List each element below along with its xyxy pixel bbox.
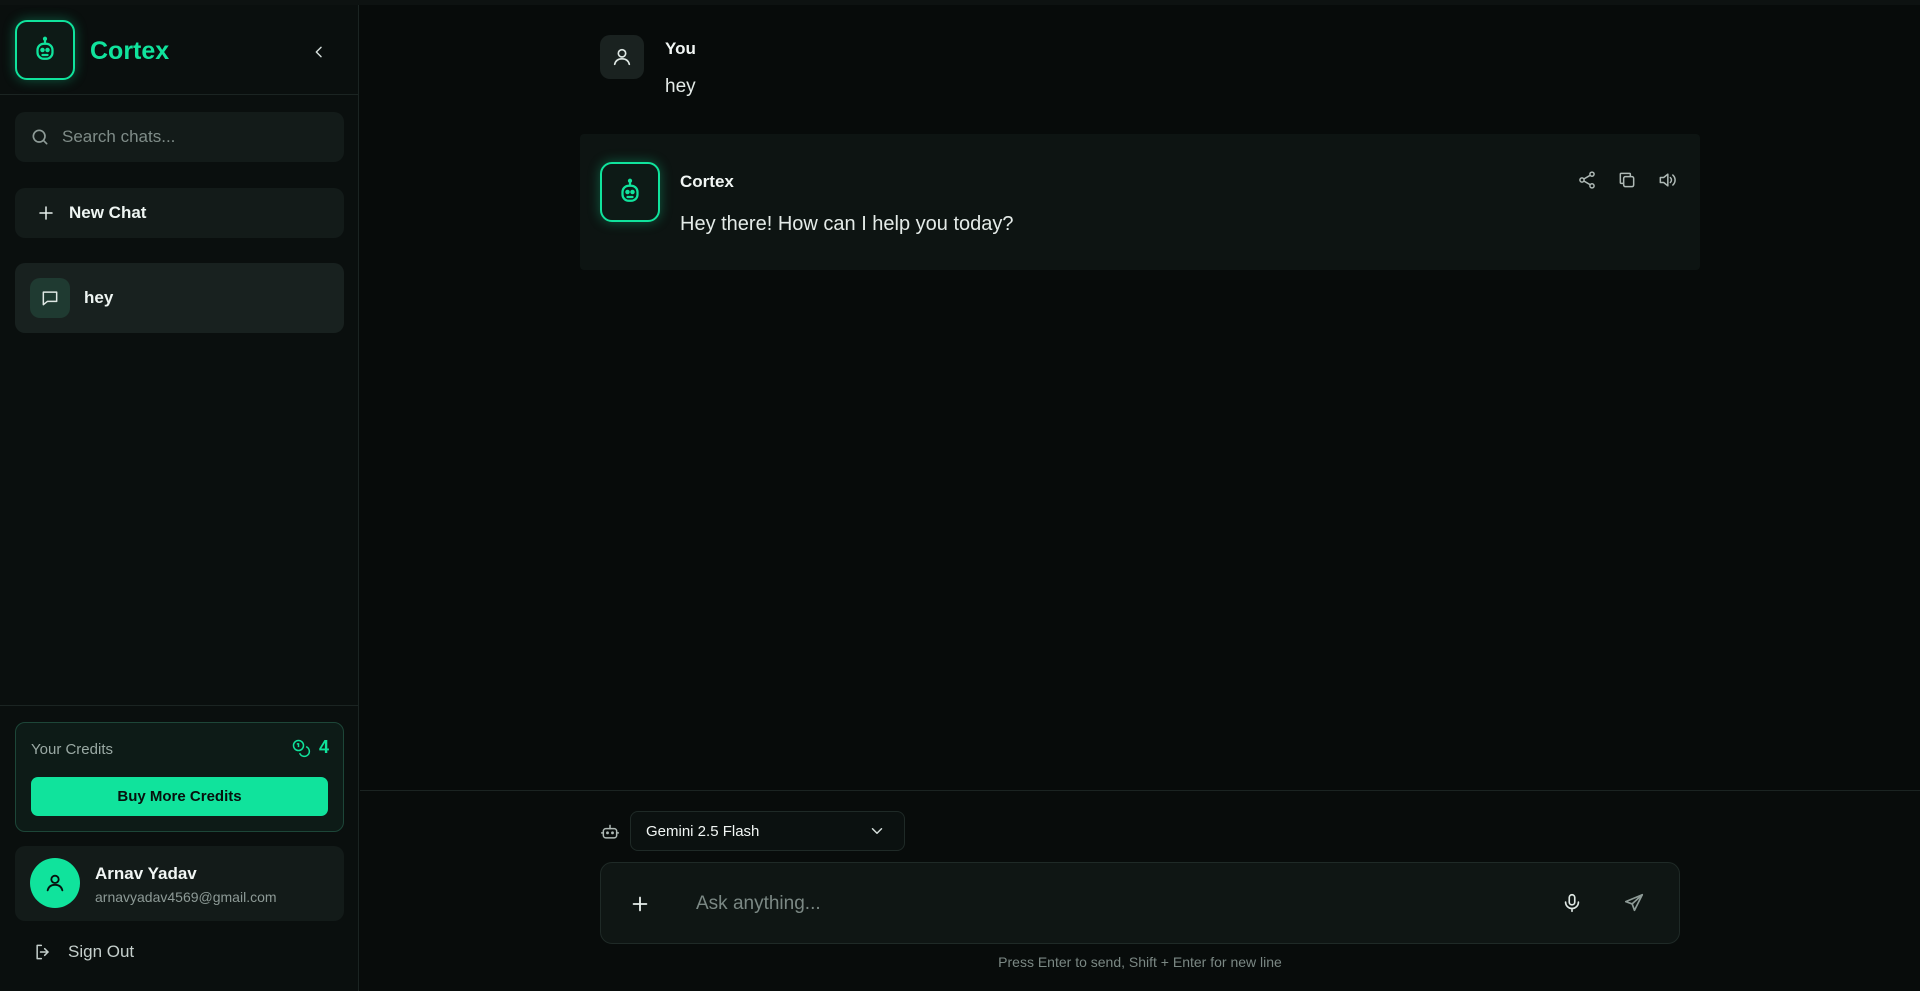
plus-icon: [39, 206, 53, 220]
chevron-down-icon: [871, 828, 883, 834]
composer-hint: Press Enter to send, Shift + Enter for n…: [998, 954, 1282, 970]
credits-value: 4: [318, 737, 329, 757]
user-message-text: hey: [665, 76, 696, 97]
share-button[interactable]: [1576, 169, 1598, 191]
collapse-sidebar-button[interactable]: [308, 41, 330, 63]
user-icon: [46, 874, 64, 892]
sidebar: Cortex New Chat hey Your Credits: [0, 5, 359, 991]
credits-count: 4: [291, 737, 329, 758]
credits-title: Your Credits: [31, 741, 113, 758]
message-square-icon: [30, 278, 70, 318]
new-chat-button[interactable]: New Chat: [15, 188, 344, 238]
app-root: Cortex New Chat hey Your Credits: [0, 0, 1920, 991]
avatar: [30, 858, 80, 908]
chevron-left-icon: [315, 46, 322, 58]
bot-icon: [600, 824, 620, 839]
message-input[interactable]: [696, 887, 1516, 921]
copy-icon: [1619, 172, 1635, 188]
search-box: [15, 112, 344, 162]
user-profile-card[interactable]: Arnav Yadav arnavyadav4569@gmail.com: [15, 846, 344, 921]
message-composer: [600, 862, 1680, 944]
attach-button[interactable]: [629, 893, 651, 915]
buy-credits-button[interactable]: Buy More Credits: [31, 777, 328, 816]
new-chat-label: New Chat: [69, 203, 147, 222]
model-select[interactable]: Gemini 2.5 Flash: [630, 811, 905, 851]
user-name: Arnav Yadav: [95, 864, 197, 883]
send-button[interactable]: [1623, 892, 1645, 914]
sign-out-button[interactable]: Sign Out: [33, 942, 134, 962]
robot-icon: [600, 162, 660, 222]
assistant-message-text: Hey there! How can I help you today?: [680, 213, 1014, 235]
mic-button[interactable]: [1561, 892, 1583, 914]
coins-icon: [292, 739, 311, 757]
chat-list-item[interactable]: hey: [15, 263, 344, 333]
chat-item-title: hey: [84, 288, 114, 307]
brand-name: Cortex: [90, 37, 170, 65]
user-icon: [613, 48, 631, 66]
assistant-message: Cortex Hey there! How can I help you tod…: [580, 134, 1700, 270]
sign-out-label: Sign Out: [68, 942, 135, 961]
volume-icon: [1659, 173, 1676, 187]
log-out-icon: [36, 944, 49, 960]
read-aloud-button[interactable]: [1656, 169, 1678, 191]
copy-button[interactable]: [1616, 169, 1638, 191]
share-icon: [1579, 171, 1595, 189]
robot-icon: [15, 20, 75, 80]
assistant-message-author: Cortex: [680, 172, 734, 191]
brand-row: Cortex: [0, 5, 358, 95]
user-message-avatar: [600, 35, 644, 79]
user-message-author: You: [665, 39, 696, 58]
user-email: arnavyadav4569@gmail.com: [95, 889, 277, 905]
credits-card: Your Credits 4 Buy More Credits: [15, 722, 344, 832]
search-icon: [32, 129, 48, 145]
composer-area: Gemini 2.5 Flash Press Enter to send, Sh…: [360, 790, 1920, 991]
message-actions: [1576, 169, 1678, 191]
search-input[interactable]: [62, 127, 322, 147]
sidebar-footer: Your Credits 4 Buy More Credits Arnav Ya…: [0, 705, 358, 991]
model-select-value: Gemini 2.5 Flash: [646, 822, 760, 840]
